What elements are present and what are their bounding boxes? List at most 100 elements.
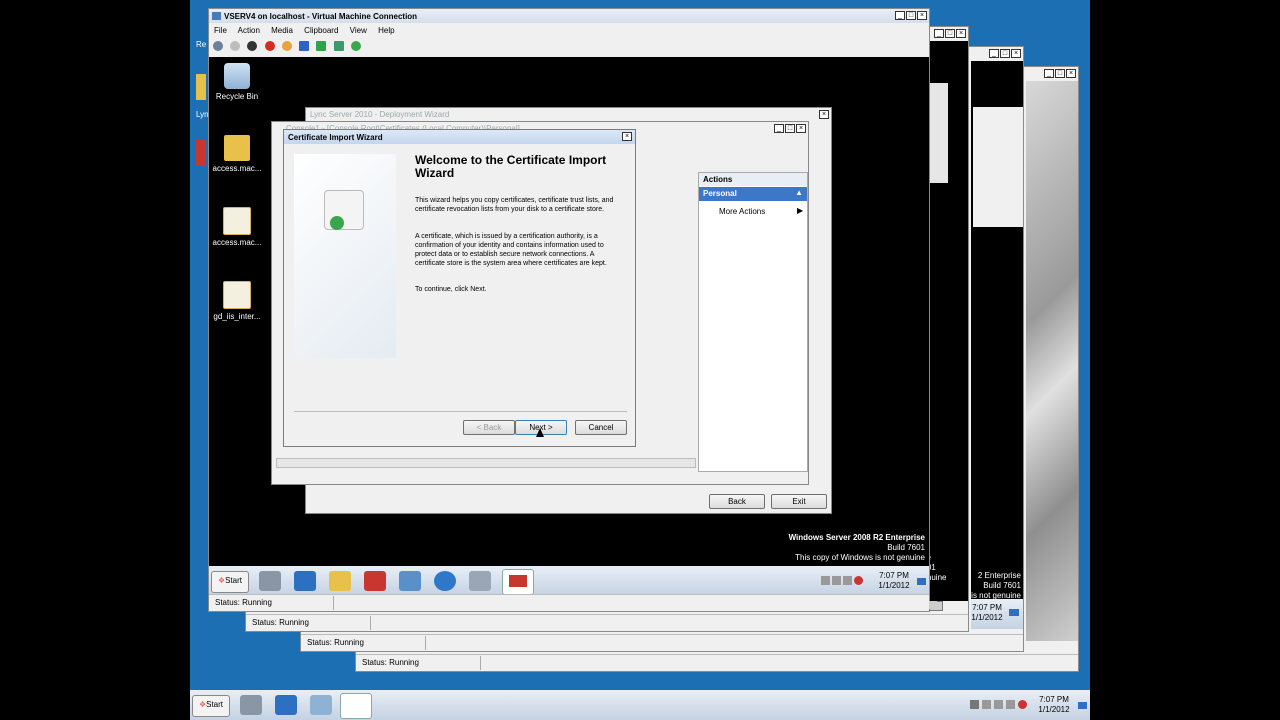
desktop-icon-file[interactable]: access.mac... <box>212 135 262 173</box>
start-icon[interactable] <box>230 41 241 51</box>
certificate-icon[interactable]: access.mac... <box>212 207 262 247</box>
host-hyperv-manager-icon[interactable] <box>340 693 372 719</box>
host-explorer-icon[interactable] <box>310 695 332 715</box>
ctrl-alt-del-icon[interactable] <box>213 41 223 51</box>
host-app-icon <box>196 140 206 166</box>
network-tray-icon[interactable] <box>832 576 841 585</box>
menu-media[interactable]: Media <box>271 26 293 35</box>
volume-icon[interactable] <box>843 576 852 585</box>
toolbox-icon[interactable] <box>364 571 386 591</box>
deployment-back-button[interactable]: Back <box>709 494 765 509</box>
host-desktop-label: Re <box>196 40 207 49</box>
vm3-window-fragment <box>973 107 1023 227</box>
maximize-icon[interactable]: □ <box>785 124 795 133</box>
volume-icon[interactable] <box>1006 700 1015 709</box>
show-hidden-icons-icon[interactable] <box>970 700 979 709</box>
powershell-icon[interactable] <box>294 571 316 591</box>
host-start-button[interactable]: ❖Start <box>192 695 230 717</box>
snapshot-icon[interactable] <box>333 41 344 51</box>
reset-icon[interactable] <box>316 41 327 51</box>
close-icon[interactable]: × <box>796 124 806 133</box>
maximize-icon[interactable]: □ <box>1000 49 1010 58</box>
mouse-cursor-icon <box>536 428 544 437</box>
menu-help[interactable]: Help <box>378 26 394 35</box>
certificate-icon-2[interactable]: gd_iis_inter... <box>212 281 262 321</box>
close-icon[interactable]: × <box>622 132 632 141</box>
certificate-import-wizard[interactable]: Certificate Import Wizard × Welcome to t… <box>283 129 636 447</box>
explorer-icon[interactable] <box>329 571 351 591</box>
close-icon[interactable]: × <box>1011 49 1021 58</box>
wizard-back-button[interactable]: < Back <box>463 420 515 435</box>
close-icon[interactable]: × <box>956 29 966 38</box>
maximize-icon[interactable]: □ <box>1055 69 1065 78</box>
console-caption-buttons: _ □ × <box>774 124 806 133</box>
wizard-title: Certificate Import Wizard <box>288 133 383 142</box>
turn-off-icon[interactable] <box>247 41 258 51</box>
system-tray <box>821 576 865 586</box>
deployment-wizard-title: Lync Server 2010 - Deployment Wizard <box>310 110 450 119</box>
network-icon[interactable] <box>399 571 421 591</box>
deployment-exit-button[interactable]: Exit <box>771 494 827 509</box>
minimize-icon[interactable]: _ <box>895 11 905 20</box>
host-system-tray <box>970 700 1027 709</box>
flag-icon[interactable] <box>982 700 991 709</box>
show-desktop-icon[interactable] <box>917 578 926 585</box>
host-powershell-icon[interactable] <box>275 695 297 715</box>
start-button[interactable]: ❖Start <box>211 571 249 593</box>
host-show-desktop-icon[interactable] <box>1078 702 1087 709</box>
vm-icon <box>212 12 221 20</box>
shutdown-icon[interactable] <box>264 41 275 51</box>
remote-desktop-icon[interactable] <box>469 571 491 591</box>
more-actions-label: More Actions <box>719 207 766 216</box>
vm-main-title: VSERV4 on localhost - Virtual Machine Co… <box>224 12 418 21</box>
minimize-icon[interactable]: _ <box>1044 69 1054 78</box>
vm4-status-text: Status: Running <box>362 658 419 667</box>
toolbox-active-icon[interactable] <box>502 569 534 595</box>
flag-icon[interactable] <box>821 576 830 585</box>
letterbox-left <box>0 0 190 720</box>
server-manager-icon[interactable] <box>259 571 281 591</box>
maximize-icon[interactable]: □ <box>945 29 955 38</box>
vm-main-titlebar[interactable]: VSERV4 on localhost - Virtual Machine Co… <box>209 9 929 23</box>
menu-clipboard[interactable]: Clipboard <box>304 26 338 35</box>
internet-explorer-icon[interactable] <box>434 571 456 591</box>
minimize-icon[interactable]: _ <box>989 49 999 58</box>
show-desktop-icon[interactable] <box>1009 609 1019 616</box>
wizard-cancel-button[interactable]: Cancel <box>575 420 627 435</box>
vm-menu-bar: File Action Media Clipboard View Help <box>214 26 404 35</box>
wizard-titlebar[interactable]: Certificate Import Wizard <box>284 130 635 144</box>
close-icon[interactable]: × <box>1066 69 1076 78</box>
host-server-manager-icon[interactable] <box>240 695 262 715</box>
vm-window-main[interactable]: VSERV4 on localhost - Virtual Machine Co… <box>208 8 943 612</box>
minimize-icon[interactable]: _ <box>934 29 944 38</box>
actions-header: Actions <box>699 173 807 186</box>
vm3-status-bar: Status: Running <box>301 634 1023 651</box>
minimize-icon[interactable]: _ <box>774 124 784 133</box>
horizontal-scrollbar[interactable] <box>276 458 696 468</box>
security-alert-icon[interactable] <box>854 576 863 585</box>
security-alert-icon[interactable] <box>1018 700 1027 709</box>
maximize-icon[interactable]: □ <box>906 11 916 20</box>
vm2-status-text: Status: Running <box>252 618 309 627</box>
menu-view[interactable]: View <box>350 26 367 35</box>
network-tray-icon[interactable] <box>994 700 1003 709</box>
recycle-bin-icon[interactable]: Recycle Bin <box>212 63 262 101</box>
host-clock[interactable]: 7:07 PM 1/1/2012 <box>1032 695 1076 715</box>
vm3-status-text: Status: Running <box>307 638 364 647</box>
vm2-caption-buttons: _ □ × <box>934 29 966 38</box>
pause-icon[interactable] <box>299 41 310 51</box>
close-icon[interactable]: × <box>819 110 829 119</box>
collapse-icon[interactable]: ▲ <box>795 188 803 197</box>
import-arrow-icon <box>330 216 344 230</box>
actions-group-personal[interactable]: Personal ▲ <box>699 187 807 201</box>
vm-guest-screen[interactable]: Recycle Bin access.mac... access.mac... … <box>209 57 929 597</box>
guest-clock[interactable]: 7:07 PM 1/1/2012 <box>874 571 914 591</box>
menu-action[interactable]: Action <box>238 26 260 35</box>
menu-file[interactable]: File <box>214 26 227 35</box>
revert-icon[interactable] <box>350 41 361 51</box>
more-actions-item[interactable]: More Actions <box>719 207 765 216</box>
wizard-heading: Welcome to the Certificate Import Wizard <box>415 153 607 180</box>
save-state-icon[interactable] <box>281 41 292 51</box>
wizard-side-banner <box>294 154 396 358</box>
close-icon[interactable]: × <box>917 11 927 20</box>
